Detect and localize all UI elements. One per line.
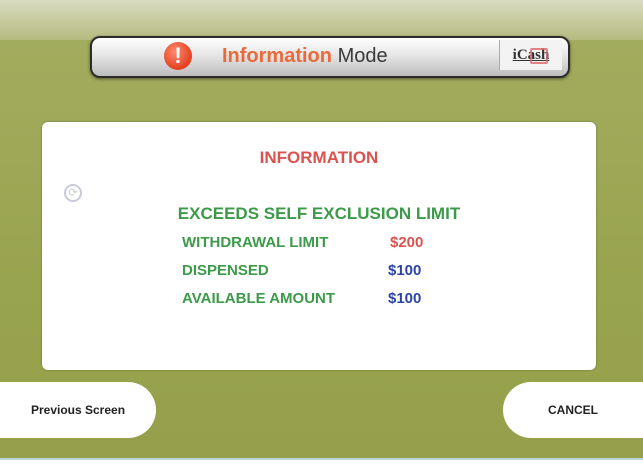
cancel-button[interactable]: CANCEL <box>503 382 643 438</box>
refresh-icon: ⟳ <box>64 184 82 202</box>
dispensed-value: $100 <box>388 262 422 279</box>
mode-title-highlight: Information <box>222 45 332 67</box>
information-panel: INFORMATION ⟳ EXCEEDS SELF EXCLUSION LIM… <box>42 122 596 370</box>
mode-title-bar: ! Information Mode iCash <box>90 36 570 78</box>
dispensed-row: DISPENSED $100 <box>182 262 421 279</box>
information-heading: INFORMATION <box>259 148 379 167</box>
available-amount-value: $100 <box>388 290 422 307</box>
available-amount-row: AVAILABLE AMOUNT $100 <box>182 290 421 307</box>
previous-screen-button[interactable]: Previous Screen <box>0 382 156 438</box>
dispensed-label: DISPENSED <box>182 262 269 279</box>
top-strip <box>0 0 643 40</box>
available-amount-label: AVAILABLE AMOUNT <box>182 290 336 307</box>
atm-screen: ! Information Mode iCash INFORMATION ⟳ E… <box>0 0 643 458</box>
icash-logo: iCash <box>499 40 562 70</box>
mode-title: Information Mode <box>222 45 388 68</box>
withdrawal-limit-label: WITHDRAWAL LIMIT <box>182 234 329 251</box>
alert-icon: ! <box>164 42 192 70</box>
withdrawal-limit-row: WITHDRAWAL LIMIT $200 <box>182 234 423 251</box>
bottom-divider <box>0 458 643 460</box>
withdrawal-limit-value: $200 <box>390 234 424 251</box>
mode-title-rest: Mode <box>337 45 388 67</box>
limit-message: EXCEEDS SELF EXCLUSION LIMIT <box>177 204 461 223</box>
